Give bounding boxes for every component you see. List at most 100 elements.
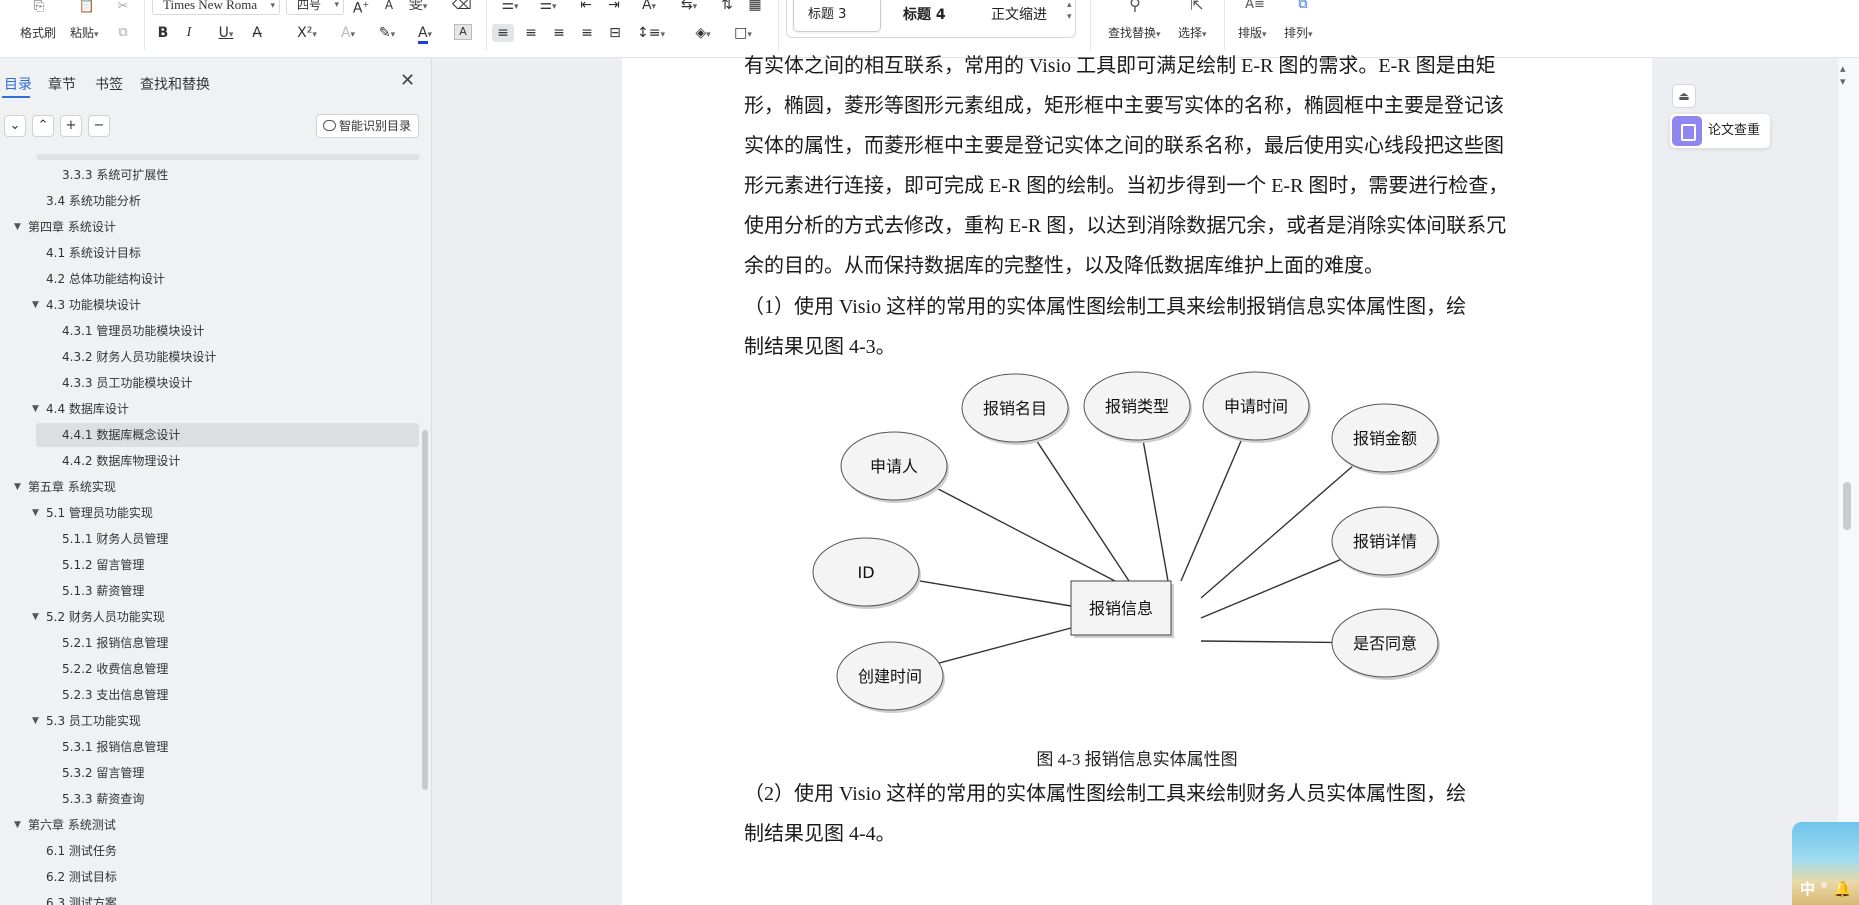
strikethrough-button[interactable]: A̶ bbox=[250, 24, 264, 42]
format-painter-label: 格式刷 bbox=[20, 26, 57, 40]
tab-bookmarks[interactable]: 书签 bbox=[95, 74, 123, 94]
attribute-label: 创建时间 bbox=[858, 667, 922, 686]
expand-triangle-icon[interactable]: ▼ bbox=[32, 604, 39, 630]
toc-item[interactable]: 4.4.1 数据库概念设计 bbox=[0, 422, 424, 448]
format-painter-button[interactable]: ⎘ 格式刷 bbox=[14, 0, 64, 57]
toc-item[interactable]: 4.4.2 数据库物理设计 bbox=[0, 448, 424, 474]
toc-item[interactable]: 5.1.2 留言管理 bbox=[0, 552, 424, 578]
toc-item[interactable]: 3.4 系统功能分析 bbox=[0, 188, 424, 214]
toc-item[interactable]: 5.2.3 支出信息管理 bbox=[0, 682, 424, 708]
plagiarism-check-button[interactable]: 论文查重 bbox=[1670, 114, 1770, 148]
toc-item[interactable]: ▼ 5.2 财务人员功能实现 bbox=[0, 604, 424, 630]
toc-item[interactable]: 5.1.1 财务人员管理 bbox=[0, 526, 424, 552]
toc-item[interactable]: 5.2.1 报销信息管理 bbox=[0, 630, 424, 656]
paste-button[interactable]: 📋 粘贴▾ bbox=[68, 0, 108, 57]
sort-button[interactable]: ⇅ bbox=[716, 0, 738, 14]
nav-scrollbar[interactable] bbox=[422, 430, 428, 790]
align-right-button[interactable]: ≡ bbox=[548, 24, 570, 42]
tab-toc[interactable]: 目录 bbox=[4, 74, 32, 94]
toc-item[interactable]: 6.3 测试方案 bbox=[0, 890, 424, 905]
ime-widget[interactable]: 中 ° 🔔 bbox=[1792, 822, 1859, 905]
toc-item[interactable]: ▼ 第五章 系统实现 bbox=[0, 474, 424, 500]
align-center-button[interactable]: ≡ bbox=[520, 24, 542, 42]
scroll-up-icon[interactable]: ▴ ▾ bbox=[1840, 62, 1846, 88]
decrease-indent-button[interactable]: ⇤ bbox=[576, 0, 596, 14]
tab-chapters[interactable]: 章节 bbox=[48, 74, 76, 94]
expand-triangle-icon[interactable]: ▼ bbox=[14, 214, 21, 240]
char-shading-button[interactable]: A bbox=[454, 24, 472, 40]
align-left-button[interactable]: ≡ bbox=[492, 24, 514, 42]
document-page[interactable]: 有实体之间的相互联系，常用的 Visio 工具即可满足绘制 E-R 图的需求。E… bbox=[622, 55, 1652, 905]
style-heading4[interactable]: 标题 4 bbox=[889, 0, 973, 32]
font-color-button[interactable]: A▾ bbox=[410, 24, 440, 44]
toc-item[interactable]: 5.3.3 薪资查询 bbox=[0, 786, 424, 812]
style-body-indent[interactable]: 正文缩进 bbox=[977, 0, 1063, 32]
toc-item[interactable]: 4.2 总体功能结构设计 bbox=[0, 266, 424, 292]
smart-toc-button[interactable]: 智能识别目录 bbox=[316, 114, 419, 138]
text-line: （2）使用 Visio 这样的常用的实体属性图绘制工具来绘制财务人员实体属性图，… bbox=[744, 783, 1467, 805]
toc-item[interactable]: ▼ 5.1 管理员功能实现 bbox=[0, 500, 424, 526]
text-direction-button[interactable]: ⇆▾ bbox=[674, 0, 704, 16]
toc-item[interactable]: 4.3.3 员工功能模块设计 bbox=[0, 370, 424, 396]
toc-item[interactable]: 4.3.1 管理员功能模块设计 bbox=[0, 318, 424, 344]
italic-button[interactable]: I bbox=[182, 24, 196, 42]
er-connector-line bbox=[1200, 558, 1341, 619]
expand-triangle-icon[interactable]: ▼ bbox=[32, 500, 39, 526]
toc-item[interactable]: 5.2.2 收费信息管理 bbox=[0, 656, 424, 682]
text-effect-button[interactable]: A▾ bbox=[334, 24, 362, 44]
toc-item[interactable]: 6.1 测试任务 bbox=[0, 838, 424, 864]
toc-item[interactable]: ▼ 4.4 数据库设计 bbox=[0, 396, 424, 422]
toc-item-label: 5.2.3 支出信息管理 bbox=[62, 688, 169, 702]
eraser-icon[interactable]: ⌫ bbox=[452, 0, 472, 14]
toc-item[interactable]: ▼ 5.3 员工功能实现 bbox=[0, 708, 424, 734]
underline-button[interactable]: U▾ bbox=[212, 24, 240, 44]
expand-triangle-icon[interactable]: ▼ bbox=[14, 812, 21, 838]
style-scroll-down[interactable]: ▾ bbox=[1067, 12, 1072, 22]
border-button[interactable]: □▾ bbox=[728, 24, 758, 44]
highlight-button[interactable]: ✎▾ bbox=[372, 24, 402, 44]
style-heading3[interactable]: 标题 3 bbox=[793, 0, 881, 32]
expand-chevron-up-icon[interactable]: ⌃ bbox=[32, 115, 54, 137]
font-name-select[interactable]: Times New Roma ▾ bbox=[152, 0, 280, 15]
toc-item[interactable]: 5.3.2 留言管理 bbox=[0, 760, 424, 786]
superscript-button[interactable]: X²▾ bbox=[290, 24, 324, 44]
grow-font-button[interactable]: A+ bbox=[352, 0, 370, 18]
scrollbar-thumb[interactable] bbox=[1843, 482, 1851, 530]
expand-triangle-icon[interactable]: ▼ bbox=[14, 474, 21, 500]
shading-button[interactable]: ◈▾ bbox=[688, 24, 718, 44]
collapse-chevron-down-icon[interactable]: ⌄ bbox=[4, 115, 26, 137]
remove-heading-button[interactable]: − bbox=[88, 115, 110, 137]
distribute-button[interactable]: ⊟ bbox=[604, 24, 626, 42]
justify-button[interactable]: ≡ bbox=[576, 24, 598, 42]
tab-find-replace[interactable]: 查找和替换 bbox=[140, 74, 210, 94]
expand-triangle-icon[interactable]: ▼ bbox=[32, 396, 39, 422]
toc-item[interactable]: 6.2 测试目标 bbox=[0, 864, 424, 890]
phonetic-button[interactable]: 雯▾ bbox=[406, 0, 430, 16]
toc-item[interactable]: ▼ 4.3 功能模块设计 bbox=[0, 292, 424, 318]
add-heading-button[interactable]: + bbox=[60, 115, 82, 137]
cut-button[interactable]: ✂ ⧉ bbox=[112, 0, 136, 57]
cursor-icon: ⇱ bbox=[1190, 0, 1204, 14]
collapse-panel-icon[interactable]: ⏏ bbox=[1672, 84, 1696, 108]
toc-item[interactable]: ▼ 第六章 系统测试 bbox=[0, 812, 424, 838]
chinese-layout-button[interactable]: A▾ bbox=[634, 0, 664, 16]
bold-button[interactable]: B bbox=[156, 24, 170, 42]
toc-item[interactable]: ▼ 第四章 系统设计 bbox=[0, 214, 424, 240]
close-icon[interactable]: ✕ bbox=[400, 70, 415, 91]
bullet-list-button[interactable]: ☰▾ bbox=[496, 0, 524, 16]
toc-item[interactable]: 4.3.2 财务人员功能模块设计 bbox=[0, 344, 424, 370]
style-gallery: 标题 3 标题 4 正文缩进 ▴ ▾ bbox=[786, 0, 1076, 38]
font-size-select[interactable]: 四号 ▾ bbox=[286, 0, 344, 15]
expand-triangle-icon[interactable]: ▼ bbox=[32, 292, 39, 318]
increase-indent-button[interactable]: ⇥ bbox=[604, 0, 624, 14]
style-scroll-up[interactable]: ▴ bbox=[1067, 0, 1072, 10]
toc-item[interactable]: 5.3.1 报销信息管理 bbox=[0, 734, 424, 760]
line-spacing-button[interactable]: ↕≡▾ bbox=[634, 24, 668, 44]
toc-item[interactable]: 3.3.3 系统可扩展性 bbox=[0, 162, 424, 188]
shrink-font-button[interactable]: A bbox=[380, 0, 398, 14]
toc-item[interactable]: 5.1.3 薪资管理 bbox=[0, 578, 424, 604]
toc-item[interactable]: 4.1 系统设计目标 bbox=[0, 240, 424, 266]
numbered-list-button[interactable]: ☰▾ bbox=[534, 0, 562, 16]
show-marks-button[interactable]: ▦ bbox=[744, 0, 766, 14]
expand-triangle-icon[interactable]: ▼ bbox=[32, 708, 39, 734]
